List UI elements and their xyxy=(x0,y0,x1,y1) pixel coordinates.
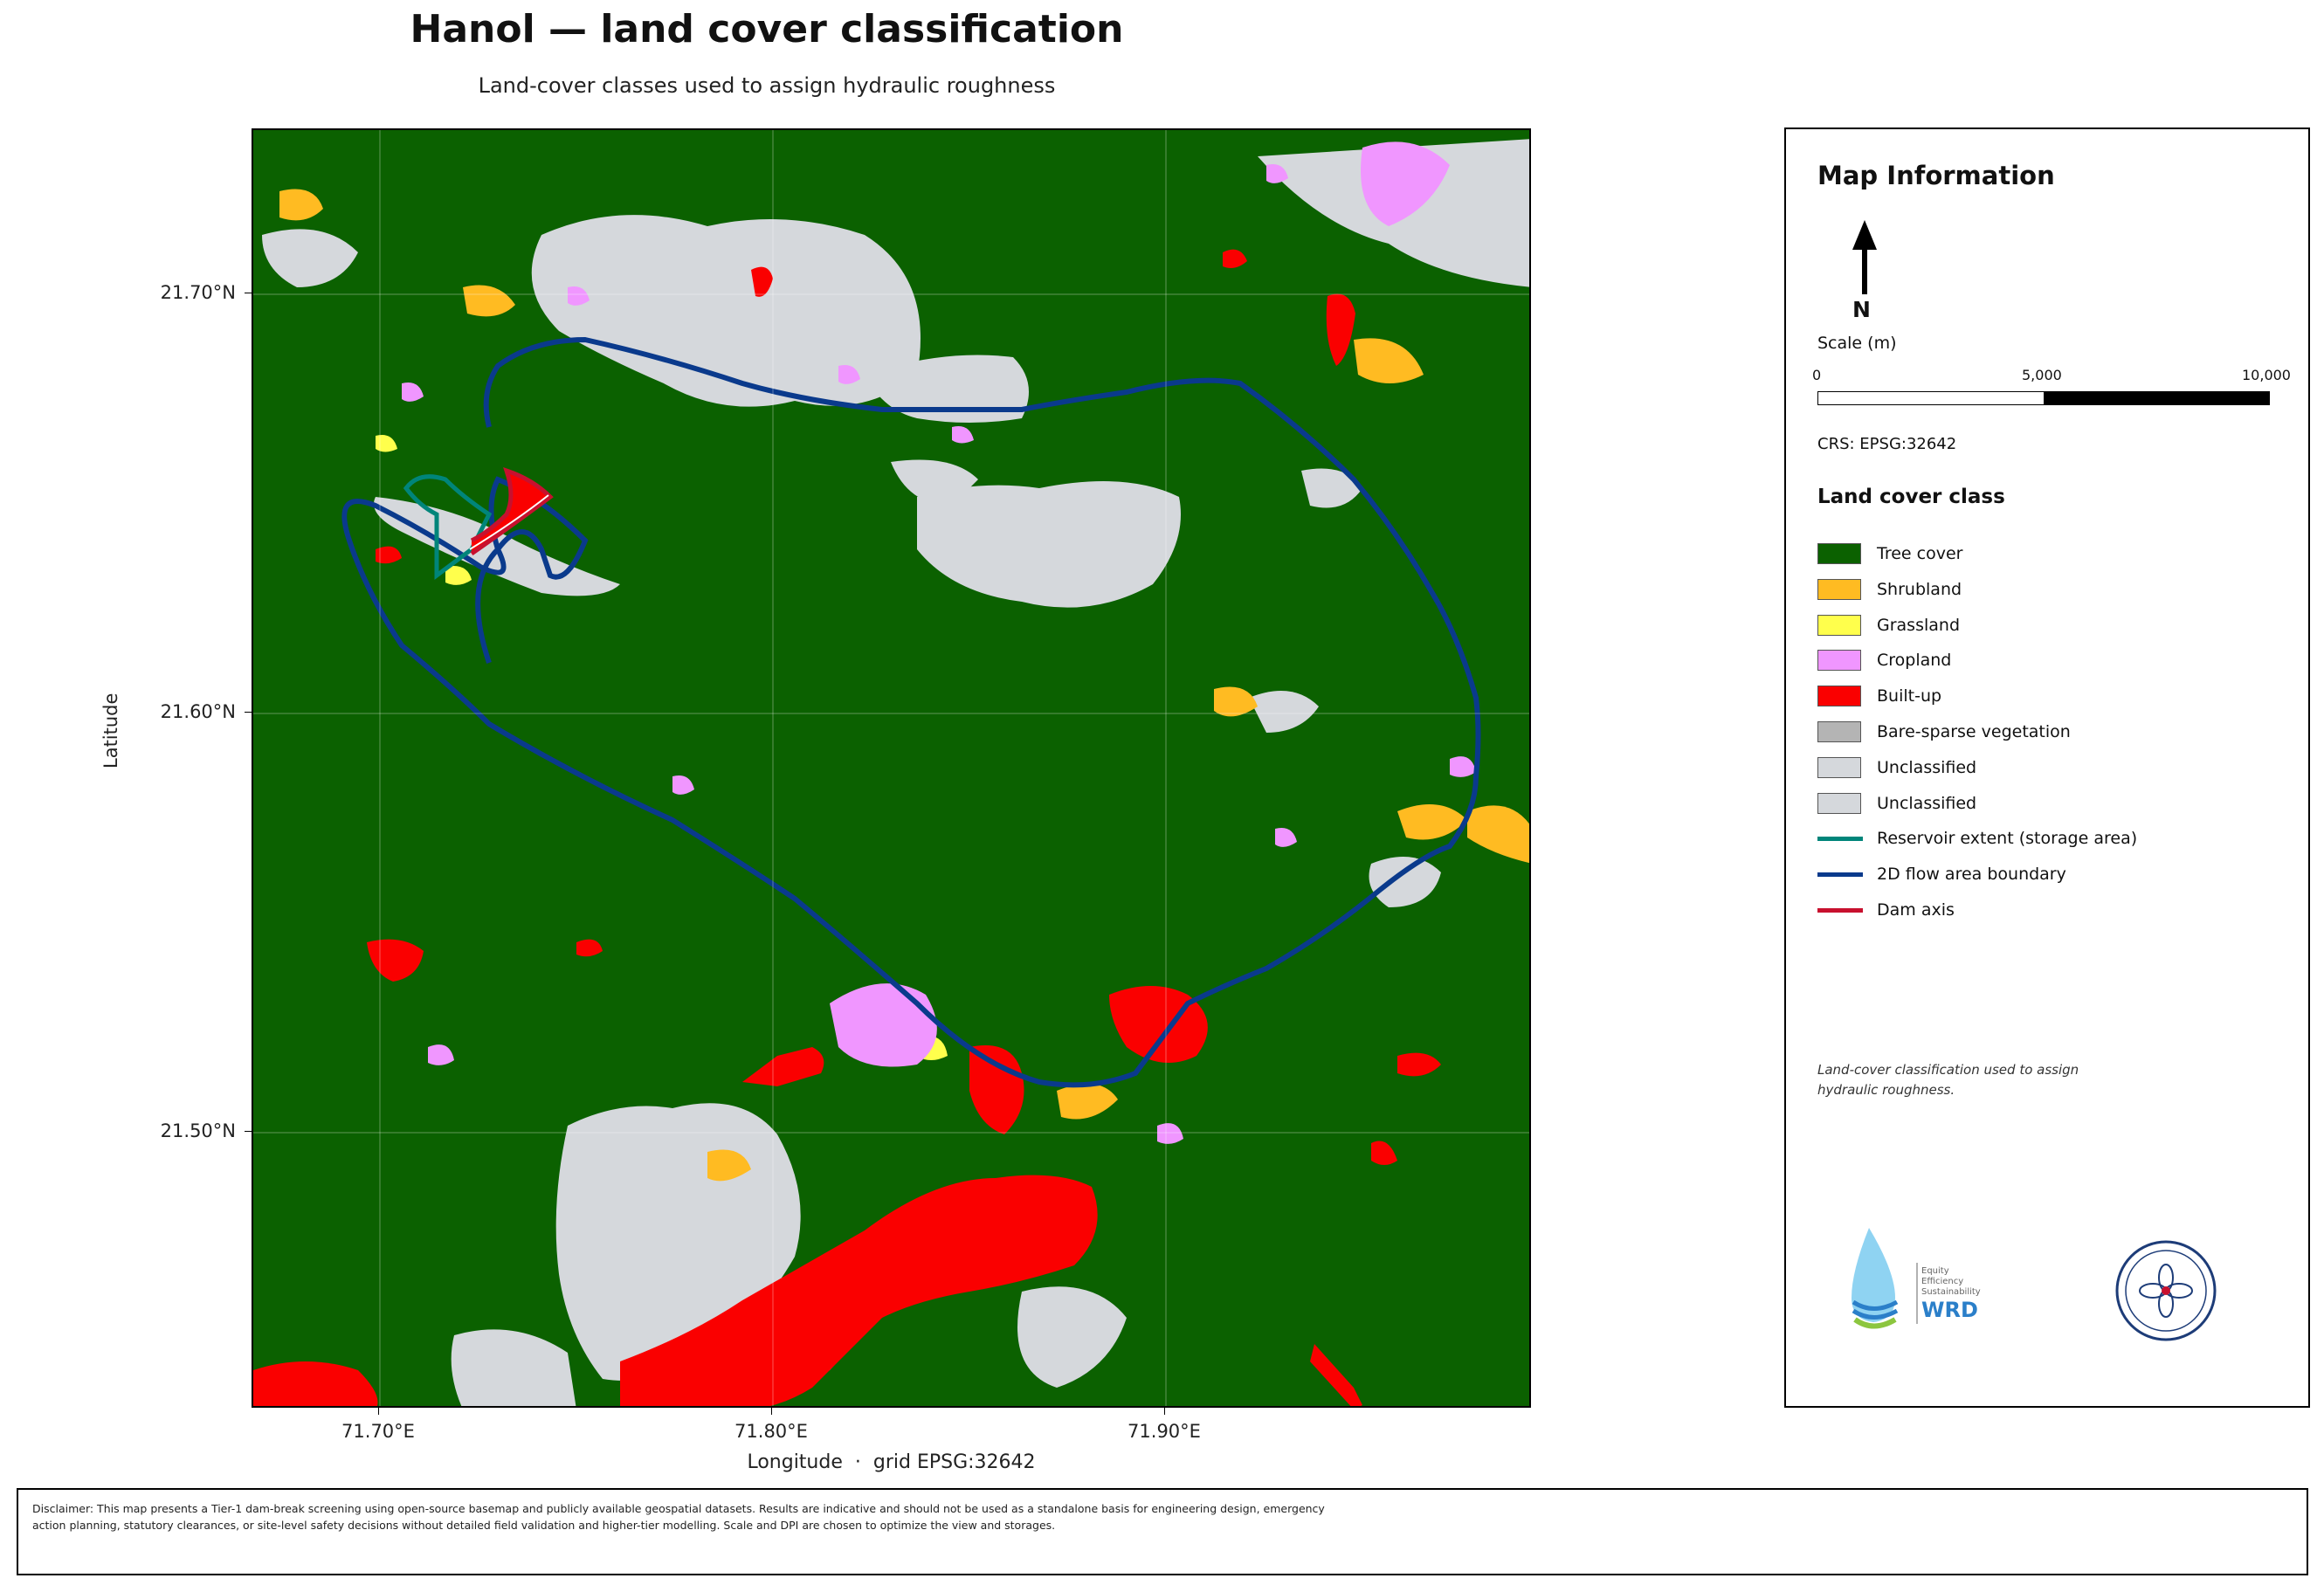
x-tick-label: 71.70°E xyxy=(341,1421,415,1442)
legend-label: 2D flow area boundary xyxy=(1877,865,2066,885)
scale-label-mid: 5,000 xyxy=(2022,367,2062,383)
logo-text-line: Efficiency xyxy=(1921,1277,1963,1286)
x-tick-mark xyxy=(378,1408,379,1415)
legend-item: Bare-sparse vegetation xyxy=(1817,720,2071,743)
legend-label: Unclassified xyxy=(1877,757,1977,777)
crs-text: CRS: EPSG:32642 xyxy=(1817,435,1957,453)
scale-label-end: 10,000 xyxy=(2242,367,2291,383)
legend-color-swatch xyxy=(1817,721,1861,742)
y-tick-label: 21.70°N xyxy=(160,282,236,303)
legend-title: Land cover class xyxy=(1817,486,2005,508)
scale-bar xyxy=(1817,391,2270,405)
legend-item: Built-up xyxy=(1817,685,1941,707)
land-cover-raster xyxy=(253,130,1529,1406)
legend-item: Shrubland xyxy=(1817,578,1962,601)
land-cover-map[interactable] xyxy=(252,128,1531,1408)
legend-label: Cropland xyxy=(1877,651,1952,671)
disclaimer-box: Disclaimer: This map presents a Tier-1 d… xyxy=(17,1488,2308,1575)
logo-text-line: WRD xyxy=(1921,1298,1978,1322)
legend-color-swatch xyxy=(1817,792,1861,814)
y-tick-mark xyxy=(245,1131,252,1132)
legend-item: 2D flow area boundary xyxy=(1817,863,2066,886)
legend-item: Tree cover xyxy=(1817,542,1962,565)
scale-title: Scale (m) xyxy=(1817,334,1897,353)
logo-text-line: Equity xyxy=(1921,1266,1949,1276)
legend-label: Shrubland xyxy=(1877,579,1962,599)
disclaimer-text: Disclaimer: This map presents a Tier-1 d… xyxy=(32,1502,1325,1533)
wrd-logo: Equity Efficiency Sustainability WRD xyxy=(1852,1228,1981,1329)
x-axis-label: Longitude · grid EPSG:32642 xyxy=(252,1451,1531,1473)
legend-color-swatch xyxy=(1817,650,1861,672)
legend-label: Dam axis xyxy=(1877,900,1955,920)
legend-color-swatch xyxy=(1817,543,1861,564)
legend-item: Cropland xyxy=(1817,649,1951,672)
scale-label-start: 0 xyxy=(1812,367,1822,383)
legend-line-swatch xyxy=(1817,907,1863,913)
logo-text-line: Sustainability xyxy=(1921,1287,1981,1297)
legend-item: Unclassified xyxy=(1817,756,1976,779)
legend-line-swatch xyxy=(1817,872,1863,877)
legend-line-swatch xyxy=(1817,836,1863,841)
map-title: Hanol — land cover classification xyxy=(410,7,1124,52)
legend-label: Grassland xyxy=(1877,615,1960,635)
note-text: Land-cover classification used to assign… xyxy=(1817,1062,2079,1098)
y-tick-mark xyxy=(245,712,252,713)
legend-item: Grassland xyxy=(1817,614,1960,637)
map-information-panel: Map Information N Scale (m) 0 5,000 10,0… xyxy=(1784,127,2310,1408)
seal-logo xyxy=(2115,1240,2217,1341)
legend-item: Reservoir extent (storage area) xyxy=(1817,827,2137,850)
legend-label: Built-up xyxy=(1877,686,1942,706)
legend-label: Reservoir extent (storage area) xyxy=(1877,829,2138,849)
x-tick-label: 71.90°E xyxy=(1128,1421,1201,1442)
legend-item: Unclassified xyxy=(1817,792,1976,815)
x-tick-label: 71.80°E xyxy=(734,1421,808,1442)
north-label: N xyxy=(1852,297,1871,322)
info-panel-title: Map Information xyxy=(1817,161,2055,190)
legend-color-swatch xyxy=(1817,614,1861,636)
scale-bar-segment-dark xyxy=(2044,392,2269,404)
x-axis-title: Longitude xyxy=(747,1451,843,1473)
separator-dot: · xyxy=(854,1451,861,1473)
north-arrow-icon xyxy=(1852,220,1877,294)
y-tick-label: 21.50°N xyxy=(160,1120,236,1141)
y-axis-label: Latitude xyxy=(100,693,121,768)
map-subtitle: Land-cover classes used to assign hydrau… xyxy=(478,73,1056,98)
legend-label: Tree cover xyxy=(1877,544,1963,563)
x-tick-mark xyxy=(1164,1408,1165,1415)
legend-color-swatch xyxy=(1817,578,1861,600)
legend-color-swatch xyxy=(1817,686,1861,707)
x-axis-grid-crs: grid EPSG:32642 xyxy=(872,1451,1036,1473)
x-tick-mark xyxy=(771,1408,772,1415)
legend-color-swatch xyxy=(1817,756,1861,778)
legend-item: Dam axis xyxy=(1817,899,1955,921)
scale-bar-segment-light xyxy=(1818,392,2044,404)
legend-label: Bare-sparse vegetation xyxy=(1877,722,2071,741)
legend-label: Unclassified xyxy=(1877,793,1977,813)
